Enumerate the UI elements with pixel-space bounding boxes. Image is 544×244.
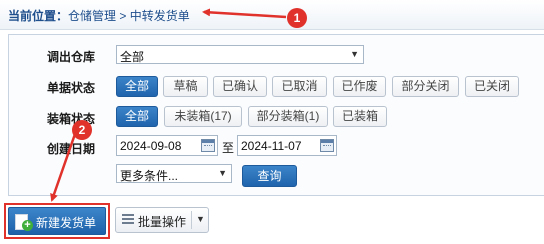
- warehouse-select[interactable]: 全部 ▼: [116, 45, 364, 64]
- doc-status-draft[interactable]: 草稿: [163, 76, 208, 97]
- breadcrumb-bar: 当前位置：仓储管理 > 中转发货单: [0, 0, 544, 30]
- doc-status-confirmed[interactable]: 已确认: [213, 76, 267, 97]
- new-shipment-button[interactable]: + 新建发货单: [8, 207, 106, 235]
- breadcrumb-prefix: 当前位置：: [8, 9, 69, 23]
- date-from-input[interactable]: 2024-09-08: [116, 135, 218, 156]
- doc-status-cancelled[interactable]: 已取消: [272, 76, 327, 97]
- created-date-label: 创建日期: [47, 142, 96, 156]
- date-to-value: 2024-11-07: [241, 139, 302, 153]
- warehouse-select-value: 全部: [120, 50, 145, 64]
- new-shipment-label: 新建发货单: [36, 216, 97, 230]
- batch-actions-label: 批量操作: [138, 215, 187, 229]
- date-to-input[interactable]: 2024-11-07: [237, 135, 337, 156]
- doc-status-partially-closed[interactable]: 部分关闭: [392, 76, 459, 97]
- date-from-value: 2024-09-08: [120, 139, 182, 153]
- calendar-icon[interactable]: [320, 139, 334, 152]
- warehouse-label: 调出仓库: [47, 50, 96, 64]
- plus-icon: +: [22, 220, 33, 231]
- doc-status-closed[interactable]: 已关闭: [465, 76, 519, 97]
- pack-status-not-packed[interactable]: 未装箱(17): [164, 106, 242, 127]
- doc-status-voided[interactable]: 已作废: [333, 76, 386, 97]
- doc-status-label: 单据状态: [47, 81, 96, 95]
- chevron-down-icon: ▼: [218, 168, 227, 178]
- date-to-separator: 至: [222, 141, 235, 155]
- new-button-highlight: + 新建发货单: [4, 203, 110, 239]
- batch-actions-button[interactable]: 批量操作 ▼: [115, 207, 209, 233]
- calendar-icon[interactable]: [201, 139, 215, 152]
- chevron-down-icon[interactable]: ▼: [196, 214, 205, 224]
- query-button[interactable]: 查询: [242, 165, 297, 187]
- pack-status-packed[interactable]: 已装箱: [333, 106, 387, 127]
- pack-status-all[interactable]: 全部: [116, 106, 158, 127]
- divider: [191, 211, 192, 229]
- chevron-down-icon: ▼: [350, 49, 359, 59]
- breadcrumb-path[interactable]: 仓储管理 > 中转发货单: [68, 9, 190, 23]
- breadcrumb: 当前位置：仓储管理 > 中转发货单: [8, 7, 190, 24]
- pack-status-partially-packed[interactable]: 部分装箱(1): [248, 106, 328, 127]
- more-conditions-value: 更多条件...: [120, 169, 179, 183]
- doc-status-all[interactable]: 全部: [116, 76, 158, 97]
- list-icon: [122, 214, 134, 227]
- more-conditions-select[interactable]: 更多条件... ▼: [116, 164, 232, 183]
- annotation-badge-1: 1: [287, 8, 307, 28]
- annotation-badge-2: 2: [72, 120, 92, 140]
